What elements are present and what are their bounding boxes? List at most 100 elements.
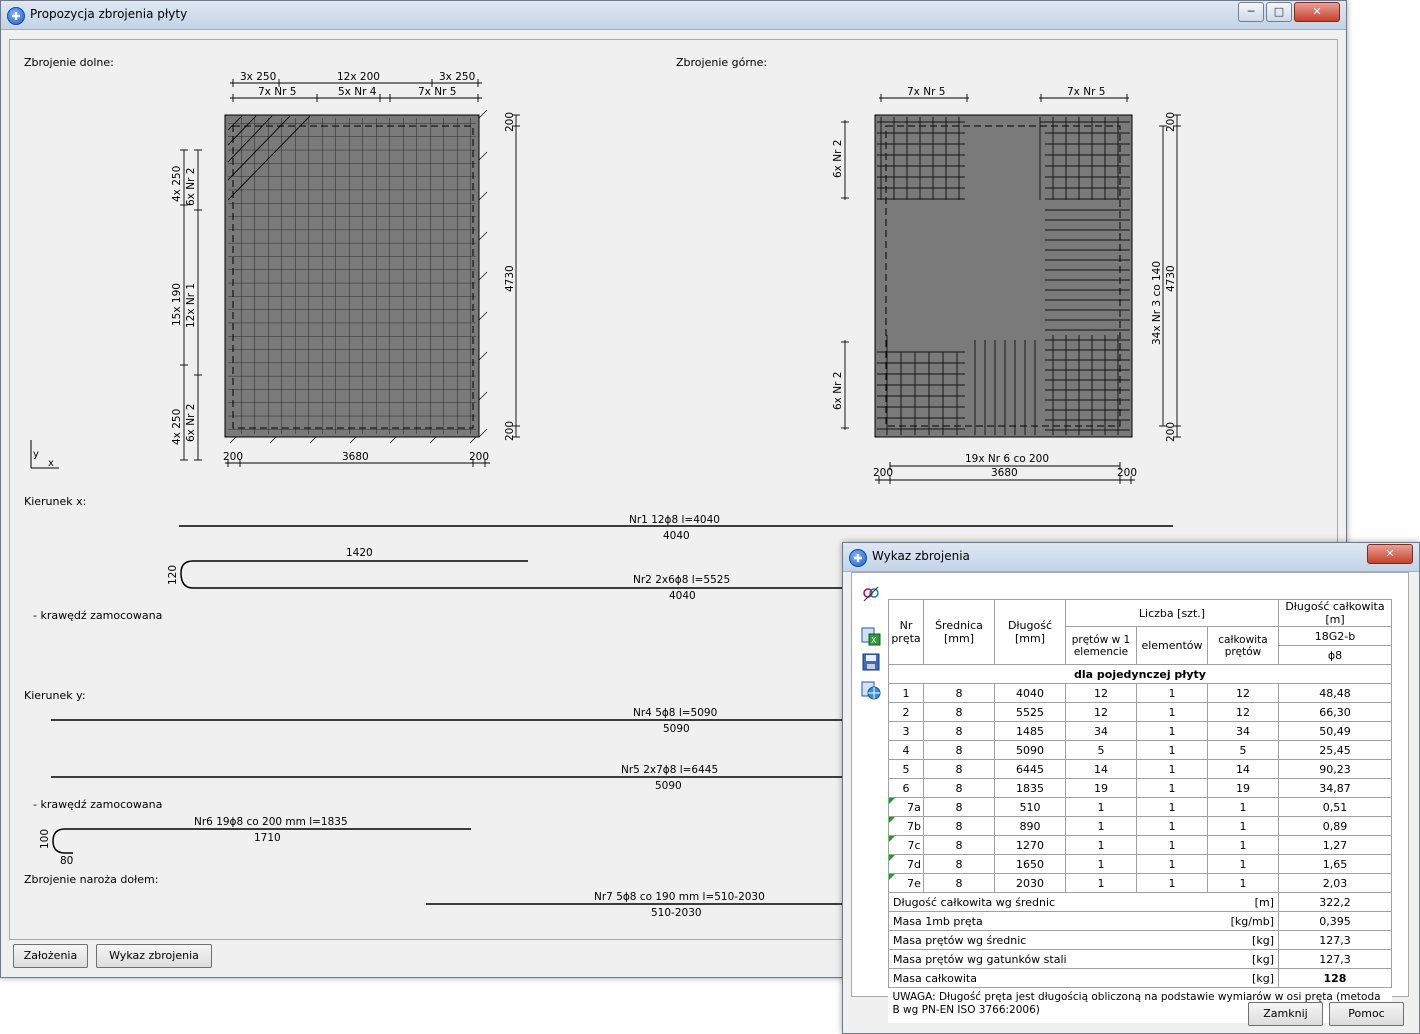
cell-m: 1,27 [1277,835,1392,855]
hatched-edge-bottom [229,436,477,444]
cell-per: 12 [1064,683,1137,703]
summary-row: Masa całkowita [kg] 128 [888,968,1392,988]
header-per-element: prętów w 1 elemencie [1064,626,1137,665]
table-row[interactable]: 7b 8 890 1 1 1 0,89 [888,816,1392,836]
cell-nr: 3 [888,721,924,741]
cell-el: 1 [1135,759,1208,779]
cell-len: 1835 [993,778,1066,798]
table-row[interactable]: 7a 8 510 1 1 1 0,51 [888,797,1392,817]
summary-label-text: Masa 1mb pręta [893,914,983,928]
table-row[interactable]: 7e 8 2030 1 1 1 2,03 [888,873,1392,893]
bar-label-left-top: 6x Nr 2 [832,140,844,178]
dim-top-spacing-2: 12x 200 [337,71,380,83]
cell-d: 8 [922,702,995,722]
header-diameter: Średnica [mm] [922,599,995,665]
bar-label-bottom: 19x Nr 6 co 200 [965,453,1049,465]
cell-tot: 1 [1206,835,1279,855]
header-nr: Nr pręta [888,599,924,665]
summary-value: 127,3 [1277,949,1392,969]
summary-label-text: Masa prętów wg gatunków stali [893,952,1067,966]
hatched-edge-right [478,109,488,438]
summary-value: 0,395 [1277,911,1392,931]
cell-tot: 1 [1206,854,1279,874]
schedule-window: Wykaz zbrojenia ✕ X Nr pręta Średnica [m… [842,542,1420,1034]
cell-el: 1 [1135,854,1208,874]
cell-el: 1 [1135,721,1208,741]
cell-nr: 6 [888,778,924,798]
cell-len: 5090 [993,740,1066,760]
bar-label-left-2: 12x Nr 1 [185,283,197,328]
table-row[interactable]: 3 8 1485 34 1 34 50,49 [888,721,1392,741]
axis-y-label: y [33,449,39,460]
close-button[interactable]: ✕ [1367,544,1413,564]
bar-label-top-1: 7x Nr 5 [258,86,296,98]
table-row[interactable]: 4 8 5090 5 1 5 25,45 [888,740,1392,760]
bar-label-right: 34x Nr 3 co 140 [1151,261,1163,345]
schedule-client: X Nr pręta Średnica [mm] Długość [mm] Li… [848,572,1414,1028]
cell-tot: 19 [1206,778,1279,798]
cell-nr: 7e [888,873,924,893]
summary-label: Masa prętów wg gatunków stali [kg] [888,949,1279,969]
summary-row: Masa prętów wg gatunków stali [kg] 127,3 [888,949,1392,969]
table-row[interactable]: 6 8 1835 19 1 19 34,87 [888,778,1392,798]
cell-per: 1 [1064,854,1137,874]
cell-m: 25,45 [1277,740,1392,760]
export-excel-icon[interactable]: X [861,626,881,646]
cell-el: 1 [1135,778,1208,798]
cell-m: 48,48 [1277,683,1392,703]
save-icon[interactable] [861,652,881,672]
summary-unit: [kg] [1252,971,1274,985]
summary-label: Masa 1mb pręta [kg/mb] [888,911,1279,931]
schedule-button[interactable]: Wykaz zbrojenia [96,944,212,968]
help-button[interactable]: Pomoc [1329,1002,1404,1026]
cell-nr: 1 [888,683,924,703]
cell-m: 34,87 [1277,778,1392,798]
close-dialog-button[interactable]: Zamknij [1248,1002,1323,1026]
bar-nr6-hook-height: 100 [39,829,51,849]
bar-nr4-label: Nr4 5ϕ8 l=5090 [633,707,717,719]
header-phi: ϕ8 [1277,645,1392,665]
bar-nr7-label: Nr7 5ϕ8 co 190 mm l=510-2030 [594,891,765,903]
maximize-button[interactable]: □ [1266,2,1292,22]
cell-d: 8 [922,854,995,874]
cell-tot: 1 [1206,816,1279,836]
cell-m: 50,49 [1277,721,1392,741]
bar-label-left-bottom: 6x Nr 2 [832,372,844,410]
cell-el: 1 [1135,797,1208,817]
cell-m: 2,03 [1277,873,1392,893]
cell-per: 1 [1064,816,1137,836]
cell-nr: 7c [888,835,924,855]
bar-label-top-3: 7x Nr 5 [418,86,456,98]
cell-tot: 14 [1206,759,1279,779]
export-web-icon[interactable] [861,680,881,700]
cell-d: 8 [922,740,995,760]
cell-per: 1 [1064,797,1137,817]
table-row[interactable]: 7d 8 1650 1 1 1 1,65 [888,854,1392,874]
cell-d: 8 [922,721,995,741]
table-row[interactable]: 2 8 5525 12 1 12 66,30 [888,702,1392,722]
minimize-button[interactable]: ─ [1238,2,1264,22]
cell-d: 8 [922,759,995,779]
assumptions-button[interactable]: Założenia [13,944,88,968]
cell-tot: 12 [1206,702,1279,722]
schedule-titlebar[interactable]: Wykaz zbrojenia ✕ [843,543,1419,572]
table-row[interactable]: 1 8 4040 12 1 12 48,48 [888,683,1392,703]
bar-nr4-length: 5090 [663,723,690,735]
summary-unit: [kg] [1252,952,1274,966]
cell-len: 2030 [993,873,1066,893]
cell-nr: 7b [888,816,924,836]
header-total-bars: całkowita prętów [1206,626,1279,665]
settings-icon[interactable] [861,584,881,604]
summary-value: 127,3 [1277,930,1392,950]
cell-nr: 5 [888,759,924,779]
cell-el: 1 [1135,873,1208,893]
table-row[interactable]: 5 8 6445 14 1 14 90,23 [888,759,1392,779]
cell-m: 0,89 [1277,816,1392,836]
close-button[interactable]: ✕ [1294,2,1340,22]
cell-d: 8 [922,683,995,703]
summary-value: 128 [1277,968,1392,988]
bar-nr5-label: Nr5 2x7ϕ8 l=6445 [621,764,718,776]
main-titlebar[interactable]: Propozycja zbrojenia płyty ─ □ ✕ [1,1,1346,30]
table-row[interactable]: 7c 8 1270 1 1 1 1,27 [888,835,1392,855]
bar-label-left-1: 6x Nr 2 [185,168,197,206]
